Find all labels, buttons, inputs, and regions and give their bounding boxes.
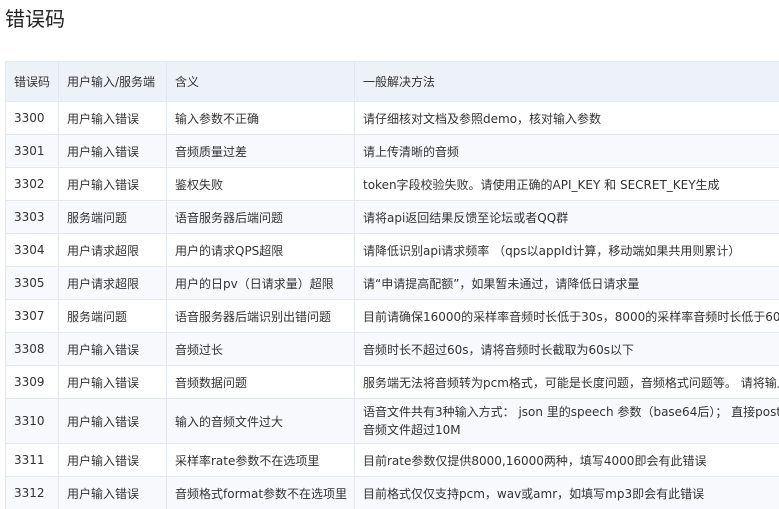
cell-error-code: 3307: [5, 299, 59, 333]
cell-solution: 服务端无法将音频转为pcm格式，可能是长度问题，音频格式问题等。 请将输入: [354, 365, 779, 399]
cell-source: 用户输入错误: [58, 443, 167, 477]
cell-source: 用户请求超限: [58, 266, 167, 300]
error-code-table: 错误码 用户输入/服务端 含义 一般解决方法 3300 用户输入错误 输入参数不…: [5, 61, 779, 509]
cell-error-code: 3308: [5, 332, 59, 366]
cell-source: 服务端问题: [58, 200, 167, 234]
cell-solution-text: 语音文件共有3种输入方式： json 里的speech 参数（base64后）；…: [363, 405, 779, 437]
header-error-code: 错误码: [5, 61, 59, 102]
header-meaning: 含义: [166, 61, 355, 102]
cell-solution: 目前格式仅仅支持pcm，wav或amr，如填写mp3即会有此错误: [354, 476, 779, 509]
table-row: 3301 用户输入错误 音频质量过差 请上传清晰的音频: [5, 134, 779, 168]
cell-error-code: 3312: [5, 476, 59, 509]
table-row: 3312 用户输入错误 音频格式format参数不在选项里 目前格式仅仅支持pc…: [5, 476, 779, 509]
cell-solution: 请将api返回结果反馈至论坛或者QQ群: [354, 200, 779, 234]
table-row: 3304 用户请求超限 用户的请求QPS超限 请降低识别api请求频率 （qps…: [5, 233, 779, 267]
cell-meaning: 用户的日pv（日请求量）超限: [166, 266, 355, 300]
cell-source: 服务端问题: [58, 299, 167, 333]
cell-meaning: 采样率rate参数不在选项里: [166, 443, 355, 477]
page: 错误码 错误码 用户输入/服务端 含义 一般解决方法 3300 用户输入错误 输…: [0, 0, 779, 509]
cell-solution: 请降低识别api请求频率 （qps以appId计算，移动端如果共用则累计）: [354, 233, 779, 267]
cell-meaning: 音频数据问题: [166, 365, 355, 399]
header-solution: 一般解决方法: [354, 61, 779, 102]
cell-error-code: 3309: [5, 365, 59, 399]
cell-source: 用户输入错误: [58, 398, 167, 444]
table-row: 3300 用户输入错误 输入参数不正确 请仔细核对文档及参照demo，核对输入参…: [5, 101, 779, 135]
cell-solution: token字段校验失败。请使用正确的API_KEY 和 SECRET_KEY生成: [354, 167, 779, 201]
table-row: 3309 用户输入错误 音频数据问题 服务端无法将音频转为pcm格式，可能是长度…: [5, 365, 779, 399]
cell-meaning: 鉴权失败: [166, 167, 355, 201]
table-row: 3305 用户请求超限 用户的日pv（日请求量）超限 请“申请提高配额”，如果暂…: [5, 266, 779, 300]
cell-source: 用户输入错误: [58, 134, 167, 168]
cell-solution: 目前请确保16000的采样率音频时长低于30s，8000的采样率音频时长低于60…: [354, 299, 779, 333]
cell-source: 用户输入错误: [58, 365, 167, 399]
cell-error-code: 3300: [5, 101, 59, 135]
cell-error-code: 3301: [5, 134, 59, 168]
cell-solution: 语音文件共有3种输入方式： json 里的speech 参数（base64后）；…: [354, 398, 779, 444]
cell-meaning: 语音服务器后端识别出错问题: [166, 299, 355, 333]
cell-solution: 目前rate参数仅提供8000,16000两种，填写4000即会有此错误: [354, 443, 779, 477]
cell-error-code: 3310: [5, 398, 59, 444]
table-row: 3307 服务端问题 语音服务器后端识别出错问题 目前请确保16000的采样率音…: [5, 299, 779, 333]
cell-meaning: 音频质量过差: [166, 134, 355, 168]
table-row: 3311 用户输入错误 采样率rate参数不在选项里 目前rate参数仅提供80…: [5, 443, 779, 477]
cell-source: 用户请求超限: [58, 233, 167, 267]
cell-source: 用户输入错误: [58, 101, 167, 135]
table-row: 3303 服务端问题 语音服务器后端问题 请将api返回结果反馈至论坛或者QQ群: [5, 200, 779, 234]
cell-error-code: 3303: [5, 200, 59, 234]
cell-error-code: 3311: [5, 443, 59, 477]
cell-solution: 音频时长不超过60s，请将音频时长截取为60s以下: [354, 332, 779, 366]
cell-meaning: 音频过长: [166, 332, 355, 366]
error-code-table-container: 错误码 用户输入/服务端 含义 一般解决方法 3300 用户输入错误 输入参数不…: [5, 61, 779, 509]
cell-source: 用户输入错误: [58, 332, 167, 366]
cell-error-code: 3302: [5, 167, 59, 201]
cell-meaning: 用户的请求QPS超限: [166, 233, 355, 267]
table-row: 3310 用户输入错误 输入的音频文件过大 语音文件共有3种输入方式： json…: [5, 398, 779, 444]
table-row: 3302 用户输入错误 鉴权失败 token字段校验失败。请使用正确的API_K…: [5, 167, 779, 201]
cell-solution: 请“申请提高配额”，如果暂未通过，请降低日请求量: [354, 266, 779, 300]
cell-meaning: 音频格式format参数不在选项里: [166, 476, 355, 509]
cell-solution: 请仔细核对文档及参照demo，核对输入参数: [354, 101, 779, 135]
table-header-row: 错误码 用户输入/服务端 含义 一般解决方法: [5, 61, 779, 102]
cell-meaning: 语音服务器后端问题: [166, 200, 355, 234]
page-title: 错误码: [5, 7, 65, 31]
cell-source: 用户输入错误: [58, 167, 167, 201]
table-header: 错误码 用户输入/服务端 含义 一般解决方法: [5, 61, 779, 102]
cell-error-code: 3305: [5, 266, 59, 300]
cell-error-code: 3304: [5, 233, 59, 267]
table-row: 3308 用户输入错误 音频过长 音频时长不超过60s，请将音频时长截取为60s…: [5, 332, 779, 366]
header-source: 用户输入/服务端: [58, 61, 167, 102]
table-body: 3300 用户输入错误 输入参数不正确 请仔细核对文档及参照demo，核对输入参…: [5, 101, 779, 509]
cell-source: 用户输入错误: [58, 476, 167, 509]
cell-solution: 请上传清晰的音频: [354, 134, 779, 168]
cell-meaning: 输入的音频文件过大: [166, 398, 355, 444]
cell-meaning: 输入参数不正确: [166, 101, 355, 135]
